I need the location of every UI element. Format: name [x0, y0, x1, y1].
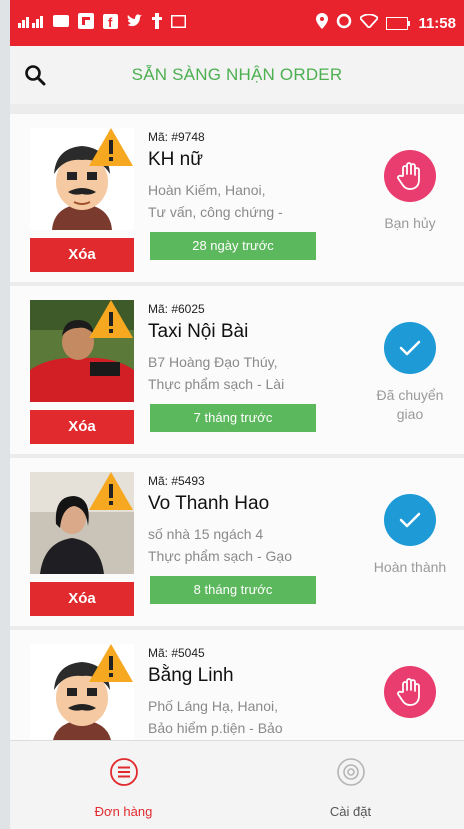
order-card[interactable]: Mã: #5045 Bằng Linh Phố Láng Hạ, Hanoi, …: [10, 630, 464, 740]
search-icon[interactable]: [10, 46, 60, 104]
warning-icon: [89, 644, 133, 682]
order-service: Thực phẩm sạch - Gạo: [148, 548, 292, 564]
location-icon: [316, 13, 329, 33]
time-badge: 7 tháng trước: [150, 404, 316, 432]
order-card[interactable]: Xóa Mã: #9748 KH nữ Hoàn Kiếm, Hanoi, Tư…: [10, 114, 464, 282]
order-card[interactable]: Xóa Mã: #6025 Taxi Nội Bài B7 Hoàng Đạo …: [10, 286, 464, 454]
order-customer-name: Taxi Nội Bài: [148, 321, 249, 342]
image-icon: [170, 14, 187, 32]
bottom-nav: Đơn hàng Cài đặt: [10, 740, 464, 829]
order-service: Thực phẩm sạch - Lài: [148, 376, 285, 392]
settings-icon[interactable]: [336, 757, 366, 792]
signal-icon: [18, 14, 44, 32]
order-code: Mã: #5493: [148, 474, 205, 488]
time-badge: 28 ngày trước: [150, 232, 316, 260]
order-service: Bảo hiểm p.tiện - Bảo: [148, 720, 283, 736]
warning-icon: [89, 300, 133, 338]
app-bar: SẴN SÀNG NHẬN ORDER: [10, 46, 464, 104]
brand-icon: [78, 13, 94, 33]
order-card[interactable]: Xóa Mã: #5493 Vo Thanh Hao số nhà 15 ngá…: [10, 458, 464, 626]
order-customer-name: Vo Thanh Hao: [148, 493, 270, 514]
order-status[interactable]: [356, 666, 464, 718]
tab-settings[interactable]: Cài đặt: [237, 741, 464, 829]
tab-settings-label: Cài đặt: [329, 804, 372, 819]
customer-avatar: [30, 472, 134, 574]
status-label: Đã chuyển giao: [376, 387, 444, 422]
order-customer-name: KH nữ: [148, 149, 203, 170]
list-icon[interactable]: [109, 757, 139, 792]
time-badge: 8 tháng trước: [150, 576, 316, 604]
order-address: Phố Láng Hạ, Hanoi,: [148, 698, 278, 714]
sync-icon: [336, 13, 352, 33]
check-icon[interactable]: [384, 494, 436, 546]
hand-icon[interactable]: [384, 150, 436, 202]
page-title: SẴN SÀNG NHẬN ORDER: [131, 65, 343, 84]
order-address: số nhà 15 ngách 4: [148, 526, 264, 542]
order-code: Mã: #5045: [148, 646, 205, 660]
message-icon: [53, 14, 69, 32]
customer-avatar: [30, 300, 134, 402]
delete-button[interactable]: Xóa: [30, 582, 134, 616]
order-code: Mã: #9748: [148, 130, 205, 144]
status-bar: f 11:58: [10, 0, 464, 46]
customer-avatar: [30, 128, 134, 230]
hand-icon[interactable]: [384, 666, 436, 718]
order-customer-name: Bằng Linh: [148, 665, 234, 686]
tab-orders[interactable]: Đơn hàng: [10, 741, 237, 829]
delete-button[interactable]: Xóa: [30, 238, 134, 272]
customer-avatar: [30, 644, 134, 740]
warning-icon: [89, 128, 133, 166]
order-service: Tư vấn, công chứng -: [148, 204, 283, 220]
order-status[interactable]: Đã chuyển giao: [356, 322, 464, 424]
status-label: Bạn hủy: [384, 215, 436, 231]
order-list[interactable]: Xóa Mã: #9748 KH nữ Hoàn Kiếm, Hanoi, Tư…: [10, 104, 464, 740]
order-code: Mã: #6025: [148, 302, 205, 316]
order-address: Hoàn Kiếm, Hanoi,: [148, 182, 266, 198]
clock: 11:58: [418, 14, 456, 32]
svg-text:f: f: [108, 15, 113, 29]
usb-icon: [152, 13, 162, 33]
order-address: B7 Hoàng Đạo Thúy,: [148, 354, 278, 370]
warning-icon: [89, 472, 133, 510]
tab-orders-label: Đơn hàng: [94, 804, 153, 819]
order-status[interactable]: Hoàn thành: [356, 494, 464, 577]
notification-icons: f: [18, 13, 187, 33]
wifi-icon: [359, 13, 380, 32]
facebook-icon: f: [103, 13, 118, 33]
battery-icon: [386, 16, 411, 30]
delete-button[interactable]: Xóa: [30, 410, 134, 444]
check-icon[interactable]: [384, 322, 436, 374]
twitter-icon: [127, 14, 143, 32]
status-label: Hoàn thành: [373, 559, 447, 575]
order-status[interactable]: Bạn hủy: [356, 150, 464, 233]
